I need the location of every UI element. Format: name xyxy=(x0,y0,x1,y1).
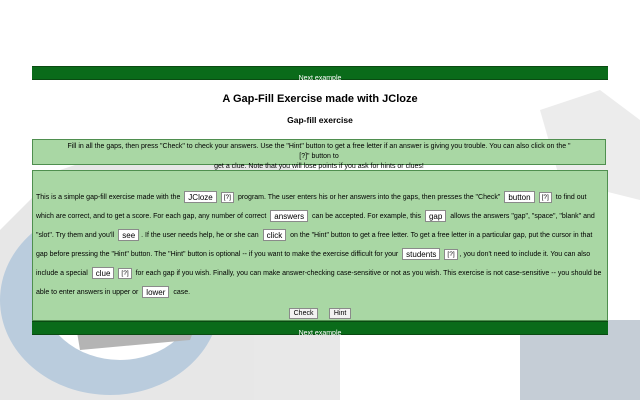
gap-input-6[interactable]: click xyxy=(262,229,287,242)
gap-input-8[interactable]: clue xyxy=(91,267,115,280)
exercise-text-segment: . If the user needs help, he or she can xyxy=(141,232,259,239)
gap-input-4[interactable]: gap xyxy=(424,210,447,223)
instructions-panel: Fill in all the gaps, then press "Check"… xyxy=(32,139,606,170)
exercise-panel: This is a simple gap-fill exercise made … xyxy=(32,170,608,321)
exercise-text-segment: This is a simple gap-fill exercise made … xyxy=(36,194,181,201)
clue-button-8[interactable]: [?] xyxy=(118,267,132,279)
clue-button-2[interactable]: [?] xyxy=(538,191,552,203)
clue-button-1[interactable]: [?] xyxy=(220,191,234,203)
next-example-button-top[interactable]: Next example xyxy=(295,73,346,85)
exercise-subtitle: Gap-fill exercise xyxy=(287,115,353,125)
nav-bar-top: Next example xyxy=(32,66,608,82)
gap-input-1[interactable]: JCloze xyxy=(184,191,217,204)
nav-bar-bottom: Next example xyxy=(32,321,608,337)
exercise-text: This is a simple gap-fill exercise made … xyxy=(36,188,602,302)
page-title: A Gap-Fill Exercise made with JCloze xyxy=(222,93,418,105)
gap-input-2[interactable]: button xyxy=(504,191,535,204)
exercise-text-segment: can be accepted. For example, this xyxy=(312,213,421,220)
gap-input-7[interactable]: students xyxy=(402,248,441,261)
instructions-line-1: Fill in all the gaps, then press "Check"… xyxy=(67,143,571,160)
exercise-text-segment: case. xyxy=(173,289,191,296)
gap-input-9[interactable]: lower xyxy=(142,286,170,299)
next-example-button-bottom[interactable]: Next example xyxy=(295,328,346,340)
action-buttons: Check Hint xyxy=(33,302,607,320)
exercise-page: Next example A Gap-Fill Exercise made wi… xyxy=(0,0,640,400)
gap-input-3[interactable]: answers xyxy=(270,210,309,223)
hint-button[interactable]: Hint xyxy=(328,308,352,319)
exercise-text-segment: program. The user enters his or her answ… xyxy=(237,194,501,201)
gap-input-5[interactable]: see xyxy=(118,229,140,242)
check-button[interactable]: Check xyxy=(288,308,319,319)
clue-button-7[interactable]: [?] xyxy=(444,248,458,260)
